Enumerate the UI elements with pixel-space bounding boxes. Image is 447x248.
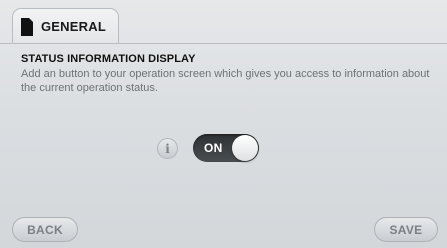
toggle-knob[interactable]: [232, 135, 258, 161]
settings-screen: GENERAL STATUS INFORMATION DISPLAY Add a…: [0, 0, 447, 248]
save-button[interactable]: SAVE: [374, 217, 438, 242]
info-icon: i: [165, 141, 170, 156]
tab-general-label: GENERAL: [41, 19, 106, 34]
document-icon: [21, 17, 33, 36]
status-display-toggle[interactable]: ON: [193, 134, 259, 162]
toggle-label: ON: [204, 141, 223, 155]
tab-general[interactable]: GENERAL: [12, 8, 119, 44]
tab-divider: [0, 43, 447, 44]
section-description: Add an button to your operation screen w…: [21, 68, 430, 94]
back-button[interactable]: BACK: [12, 217, 78, 242]
section-title: STATUS INFORMATION DISPLAY: [21, 53, 196, 65]
info-button[interactable]: i: [157, 138, 178, 159]
